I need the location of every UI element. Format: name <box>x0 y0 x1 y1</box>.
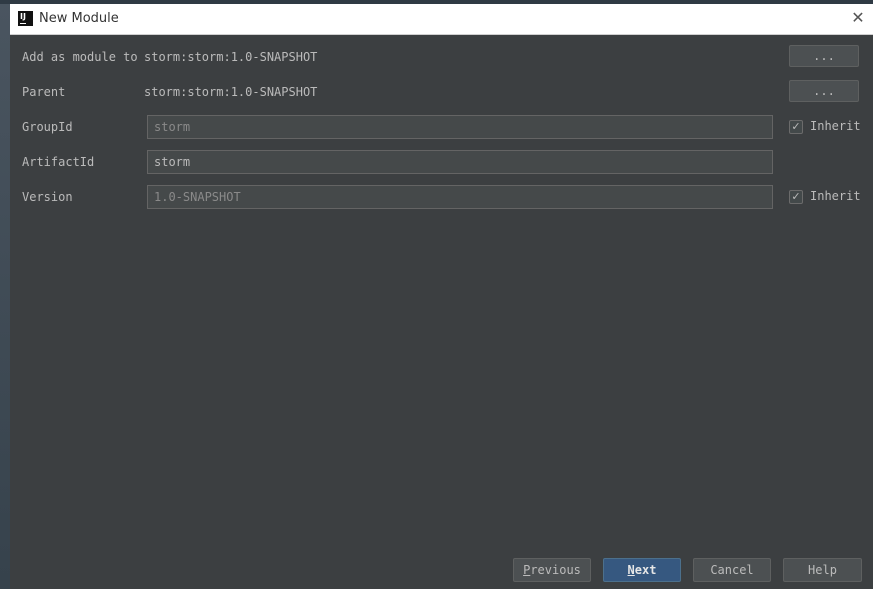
add-as-module-value: storm:storm:1.0-SNAPSHOT <box>144 50 318 64</box>
artifact-id-field[interactable] <box>147 150 773 174</box>
close-icon[interactable]: ✕ <box>849 9 867 27</box>
group-id-inherit-checkbox[interactable]: ✓ <box>789 120 803 134</box>
parent-browse-button[interactable]: ... <box>789 80 859 102</box>
version-inherit-checkbox[interactable]: ✓ <box>789 190 803 204</box>
artifact-id-label: ArtifactId <box>22 155 95 169</box>
parent-value: storm:storm:1.0-SNAPSHOT <box>144 85 318 99</box>
next-label-rest: ext <box>634 563 657 577</box>
version-label: Version <box>22 190 73 204</box>
group-id-field[interactable] <box>147 115 773 139</box>
add-as-module-browse-button[interactable]: ... <box>789 45 859 67</box>
intellij-app-icon: IJ <box>18 11 33 26</box>
group-id-label: GroupId <box>22 120 73 134</box>
new-module-dialog: IJ New Module ✕ Add as module to storm:s… <box>10 4 873 589</box>
background-window-edge <box>0 0 10 589</box>
next-mnemonic: N <box>627 563 635 577</box>
parent-label: Parent <box>22 85 66 99</box>
title-bar: IJ New Module ✕ <box>10 4 873 35</box>
version-field[interactable] <box>147 185 773 209</box>
previous-button[interactable]: Previous <box>513 558 591 582</box>
version-inherit-label[interactable]: Inherit <box>810 188 861 204</box>
previous-label-rest: revious <box>530 563 581 577</box>
add-as-module-label: Add as module to <box>22 50 138 64</box>
cancel-button[interactable]: Cancel <box>693 558 771 582</box>
dialog-title: New Module <box>39 11 119 26</box>
group-id-inherit-label[interactable]: Inherit <box>810 118 861 134</box>
help-button[interactable]: Help <box>783 558 862 582</box>
next-button[interactable]: Next <box>603 558 681 582</box>
